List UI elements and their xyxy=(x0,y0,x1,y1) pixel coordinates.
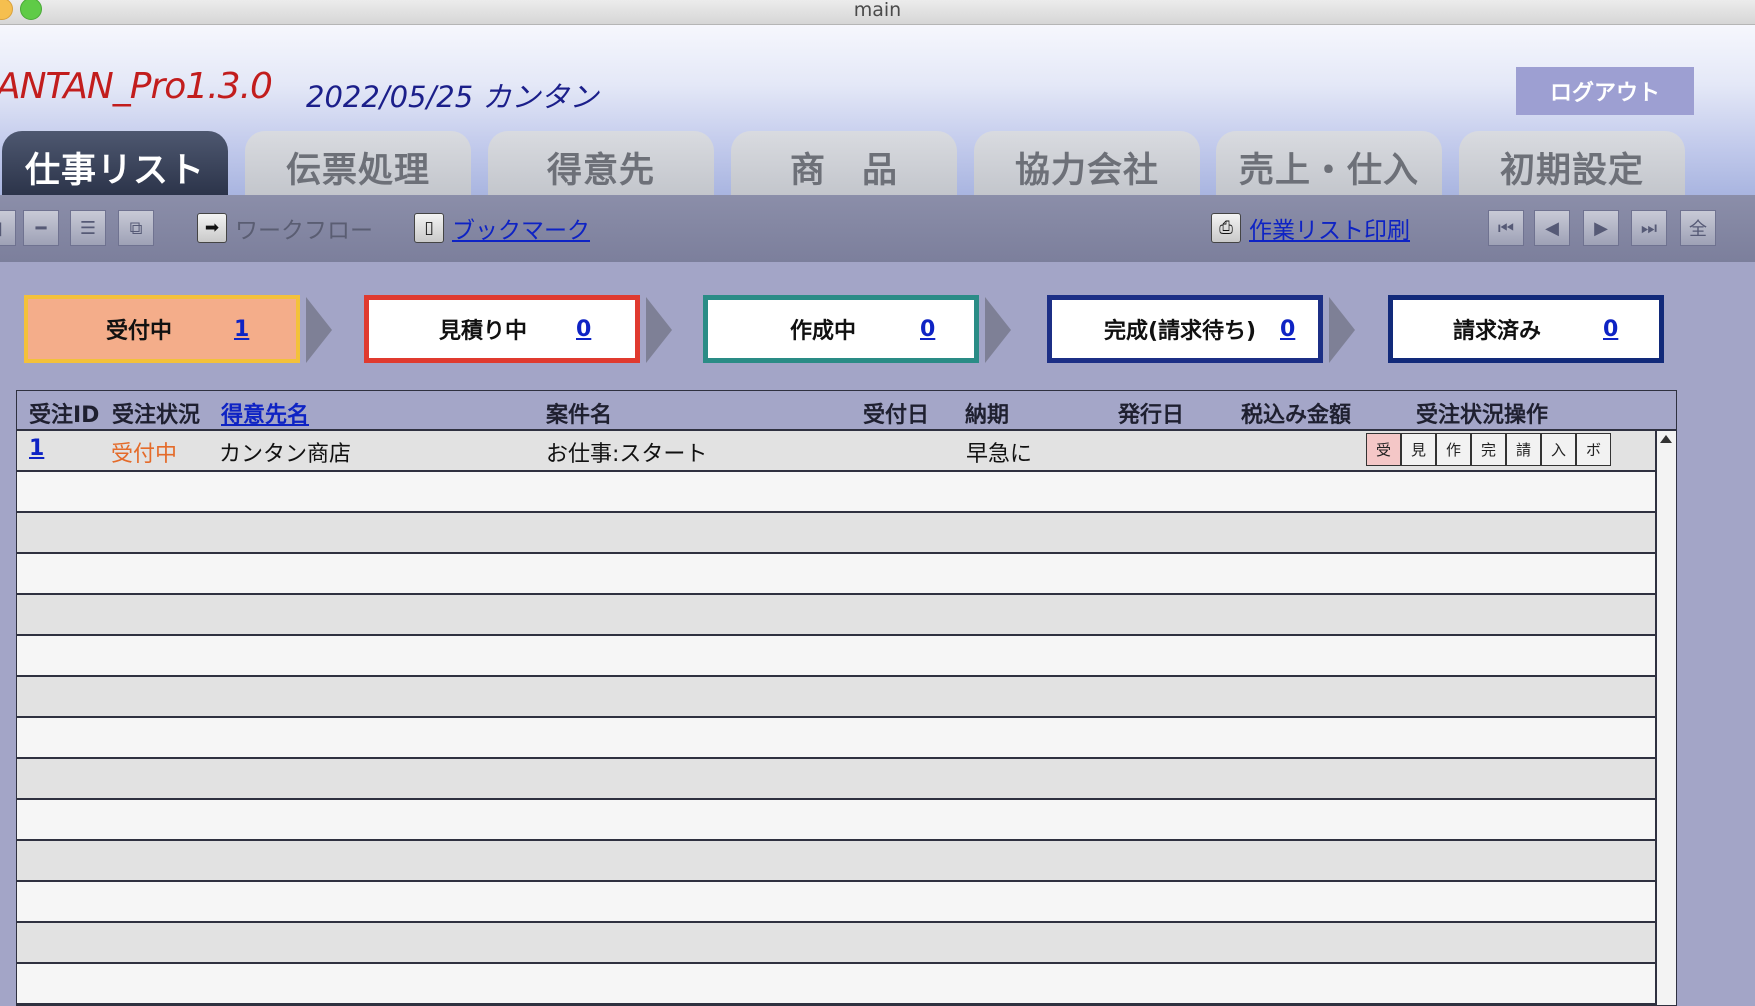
table-row[interactable]: 1 受付中 カンタン商店 お仕事:スタート 早急に 受 見 作 完 請 入 ボ xyxy=(17,431,1655,472)
status-received-label: 受付中 xyxy=(106,319,173,344)
status-estimating[interactable]: 見積り中 0 xyxy=(364,295,640,363)
tab-partners[interactable]: 協力会社 xyxy=(974,131,1200,195)
scroll-up-arrow-icon[interactable] xyxy=(1660,435,1672,443)
window-titlebar: main xyxy=(0,0,1755,25)
status-received-count[interactable]: 1 xyxy=(234,317,249,342)
tab-initial-settings[interactable]: 初期設定 xyxy=(1459,131,1685,195)
bookmark-link[interactable]: ▯ ブックマーク xyxy=(414,211,590,245)
table-row[interactable] xyxy=(17,759,1655,800)
tab-slip-processing[interactable]: 伝票処理 xyxy=(245,131,471,195)
status-received[interactable]: 受付中 1 xyxy=(24,295,300,363)
bookmark-icon: ▯ xyxy=(414,213,444,243)
first-record-icon[interactable]: ⏮ xyxy=(1488,210,1524,246)
tab-products[interactable]: 商 品 xyxy=(731,131,957,195)
workflow-label: ワークフロー xyxy=(235,218,373,244)
status-billed-count[interactable]: 0 xyxy=(1603,317,1618,342)
col-issue-date: 発行日 xyxy=(1118,403,1185,428)
app-header: ANTAN_Pro1.3.0 2022/05/25 カンタン ログアウト 仕事リ… xyxy=(0,25,1755,195)
bookmark-label: ブックマーク xyxy=(452,218,590,244)
row-deadline: 早急に xyxy=(966,442,1033,467)
tab-customers[interactable]: 得意先 xyxy=(488,131,714,195)
status-billed[interactable]: 請求済み 0 xyxy=(1388,295,1664,363)
set-in-progress-button[interactable]: 作 xyxy=(1436,433,1471,466)
table-row[interactable] xyxy=(17,882,1655,923)
logout-button[interactable]: ログアウト xyxy=(1516,67,1694,115)
row-customer-name: カンタン商店 xyxy=(219,442,352,467)
header-subtitle: 2022/05/25 カンタン xyxy=(306,80,599,114)
table-row[interactable] xyxy=(17,636,1655,677)
status-completed-count[interactable]: 0 xyxy=(1280,317,1295,342)
row-project-name: お仕事:スタート xyxy=(546,442,708,467)
table-row[interactable] xyxy=(17,923,1655,964)
row-order-status: 受付中 xyxy=(111,442,178,467)
set-hold-button[interactable]: ボ xyxy=(1576,433,1611,466)
pipeline-arrow xyxy=(646,297,672,363)
last-record-icon[interactable]: ⏭ xyxy=(1631,210,1667,246)
status-action-buttons: 受 見 作 完 請 入 ボ xyxy=(1366,433,1611,466)
print-work-list-link[interactable]: ⎙ 作業リスト印刷 xyxy=(1211,211,1410,245)
set-received-button[interactable]: 受 xyxy=(1366,433,1401,466)
col-amount-tax-incl: 税込み金額 xyxy=(1241,403,1352,428)
status-in-progress-count[interactable]: 0 xyxy=(920,317,935,342)
set-paid-button[interactable]: 入 xyxy=(1541,433,1576,466)
pipeline-arrow xyxy=(985,297,1011,363)
print-label: 作業リスト印刷 xyxy=(1249,218,1410,244)
table-row[interactable] xyxy=(17,800,1655,841)
set-billed-button[interactable]: 請 xyxy=(1506,433,1541,466)
status-estimating-count[interactable]: 0 xyxy=(576,317,591,342)
table-row[interactable] xyxy=(17,841,1655,882)
table-row[interactable] xyxy=(17,472,1655,513)
status-completed[interactable]: 完成(請求待ち) 0 xyxy=(1047,295,1323,363)
table-row[interactable] xyxy=(17,513,1655,554)
delete-record-icon[interactable]: ━ xyxy=(23,210,59,246)
status-completed-label: 完成(請求待ち) xyxy=(1104,319,1257,344)
col-order-status: 受注状況 xyxy=(112,403,201,428)
printer-icon: ⎙ xyxy=(1211,213,1241,243)
window-title: main xyxy=(853,0,902,21)
pipeline-arrow xyxy=(306,297,332,363)
table-row[interactable] xyxy=(17,554,1655,595)
col-status-actions: 受注状況操作 xyxy=(1416,403,1549,428)
duplicate-record-icon[interactable]: ⧉ xyxy=(118,210,154,246)
app-brand: ANTAN_Pro1.3.0 xyxy=(0,66,273,107)
row-order-id[interactable]: 1 xyxy=(29,436,44,461)
tab-work-list[interactable]: 仕事リスト xyxy=(2,131,228,195)
table-header: 受注ID 受注状況 得意先名 案件名 受付日 納期 発行日 税込み金額 受注状況… xyxy=(17,391,1676,431)
table-row[interactable] xyxy=(17,964,1655,1005)
table-row[interactable] xyxy=(17,718,1655,759)
col-order-id: 受注ID xyxy=(29,403,100,428)
table-scrollbar[interactable] xyxy=(1655,431,1676,1005)
col-received-date: 受付日 xyxy=(863,403,930,428)
pipeline-arrow xyxy=(1329,297,1355,363)
status-billed-label: 請求済み xyxy=(1453,319,1542,344)
prev-record-icon[interactable]: ◀ xyxy=(1534,210,1570,246)
table-row[interactable] xyxy=(17,677,1655,718)
status-estimating-label: 見積り中 xyxy=(439,319,528,344)
status-in-progress[interactable]: 作成中 0 xyxy=(703,295,979,363)
status-in-progress-label: 作成中 xyxy=(790,319,857,344)
col-deadline: 納期 xyxy=(965,403,1010,428)
next-record-icon[interactable]: ▶ xyxy=(1583,210,1619,246)
table-row[interactable] xyxy=(17,595,1655,636)
work-list-table: 受注ID 受注状況 得意先名 案件名 受付日 納期 発行日 税込み金額 受注状況… xyxy=(16,390,1677,1006)
tab-sales-purchases[interactable]: 売上・仕入 xyxy=(1216,131,1442,195)
table-body: 1 受付中 カンタン商店 お仕事:スタート 早急に 受 見 作 完 請 入 ボ xyxy=(17,431,1655,1005)
new-record-icon[interactable]: ▮ xyxy=(0,210,16,246)
workflow-link[interactable]: ➡ ワークフロー xyxy=(197,211,373,245)
set-estimating-button[interactable]: 見 xyxy=(1401,433,1436,466)
list-view-icon[interactable]: ☰ xyxy=(70,210,106,246)
show-all-icon[interactable]: 全 xyxy=(1680,210,1716,246)
col-project-name: 案件名 xyxy=(546,403,613,428)
set-completed-button[interactable]: 完 xyxy=(1471,433,1506,466)
toolbar: ▮ ━ ☰ ⧉ ➡ ワークフロー ▯ ブックマーク ⎙ 作業リスト印刷 ⏮ ◀ … xyxy=(0,195,1755,262)
col-customer-name[interactable]: 得意先名 xyxy=(221,397,309,429)
arrow-right-icon: ➡ xyxy=(197,213,227,243)
